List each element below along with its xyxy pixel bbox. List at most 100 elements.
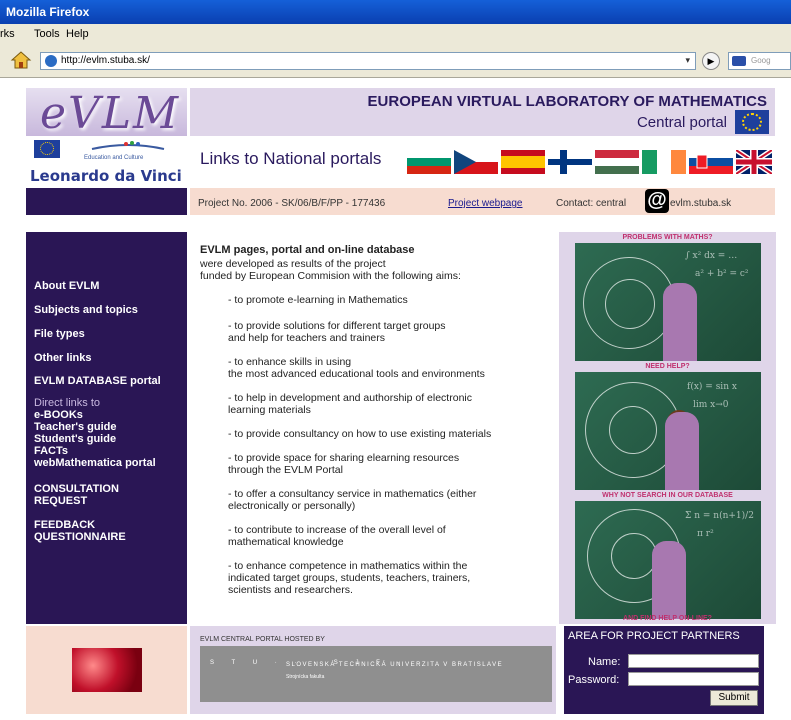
aim-line: mathematical knowledge (228, 536, 344, 548)
aim-line: and help for teachers and trainers (228, 332, 386, 344)
sidebar-item-consultation[interactable]: CONSULTATION (34, 483, 119, 495)
partners-login-panel: AREA FOR PROJECT PARTNERS Name: Password… (564, 626, 764, 714)
stu-university-name: SLOVENSKÁ TECHNICKÁ UNIVERZITA V BRATISL… (286, 662, 504, 668)
flag-ireland-icon[interactable] (642, 150, 686, 174)
education-culture-text: Education and Culture (84, 155, 144, 161)
contact-email[interactable]: evlm.stuba.sk (670, 198, 731, 209)
national-portals-row: Links to National portals (190, 137, 775, 187)
aim-line: - to contribute to increase of the overa… (228, 524, 446, 536)
aim-line: - to help in development and authorship … (228, 392, 472, 404)
aim-item: - to contribute to increase of the overa… (228, 524, 446, 548)
flag-finland-icon[interactable] (548, 150, 592, 174)
name-input[interactable] (628, 654, 759, 668)
aim-line: - to provide solutions for different tar… (228, 320, 446, 332)
sidebar-item-feedback-line2[interactable]: QUESTIONNAIRE (34, 531, 126, 543)
aim-line: - to provide consultancy on how to use e… (228, 428, 492, 440)
aim-line: - to enhance skills in using (228, 356, 352, 368)
window-title: Mozilla Firefox (0, 0, 791, 24)
flag-hungary-icon[interactable] (595, 150, 639, 174)
national-portals-title: Links to National portals (200, 149, 382, 168)
aim-line: scientists and researchers. (228, 584, 353, 596)
flag-spain-icon[interactable] (501, 150, 545, 174)
search-engine-icon[interactable] (732, 56, 746, 66)
sidebar-item-about[interactable]: About EVLM (34, 280, 99, 292)
intro-line-1: were developed as results of the project (200, 258, 386, 270)
sidebar-item-teacher-guide[interactable]: Teacher's guide (34, 421, 117, 433)
password-label: Password: (568, 674, 620, 686)
flag-uk-icon[interactable] (736, 150, 772, 174)
aim-line: learning materials (228, 404, 311, 416)
evlm-logo[interactable]: eVLM (26, 88, 187, 136)
photo-search-database[interactable]: Σ n = n(n+1)/2 π r² (575, 501, 761, 619)
home-icon[interactable] (10, 50, 32, 70)
direct-links-label: Direct links to (34, 397, 101, 409)
eu-flag-small-icon (34, 140, 60, 158)
aim-line: - to enhance competence in mathematics w… (228, 560, 468, 572)
navigation-toolbar: http://evlm.stuba.sk/ ▾ ▶ Goog (0, 44, 791, 78)
sidebar-item-otherlinks[interactable]: Other links (34, 352, 91, 364)
sidebar-item-webmathematica[interactable]: webMathematica portal (34, 457, 156, 469)
photo-need-help[interactable]: f(x) = sin x lim x→0 (575, 372, 761, 490)
contact-label: Contact: central (556, 198, 627, 209)
aim-line: - to provide space for sharing elearning… (228, 452, 460, 464)
leonardo-da-vinci-text: Leonardo da Vinci (30, 167, 182, 185)
intro-text: were developed as results of the project… (200, 258, 461, 282)
aim-item: - to enhance skills in using the most adv… (228, 356, 485, 380)
sidebar-item-filetypes[interactable]: File types (34, 328, 85, 340)
aim-item: - to promote e-learning in Mathematics (228, 294, 408, 306)
menu-item-tools[interactable]: Tools (34, 28, 60, 40)
project-number: Project No. 2006 - SK/06/B/F/PP - 177436 (198, 198, 386, 209)
password-input[interactable] (628, 672, 759, 686)
flag-slovakia-icon[interactable] (689, 150, 733, 174)
email-at-icon: @ (645, 189, 669, 213)
sidebar-item-ebooks[interactable]: e-BOOKs (34, 409, 83, 421)
sidebar-item-database[interactable]: EVLM DATABASE portal (34, 375, 161, 387)
footer-fractal-panel (26, 626, 187, 714)
evlm-logo-text: eVLM (40, 88, 181, 136)
header-banner: EUROPEAN VIRTUAL LABORATORY OF MATHEMATI… (190, 88, 775, 136)
name-label: Name: (588, 656, 621, 668)
main-content: EVLM pages, portal and on-line database … (190, 232, 556, 624)
aim-line: - to promote e-learning in Mathematics (228, 294, 408, 306)
flag-bulgaria-icon[interactable] (407, 150, 451, 174)
photo-caption-1: PROBLEMS WITH MATHS? (622, 234, 713, 241)
aim-item: - to offer a consultancy service in math… (228, 488, 476, 512)
partners-title: AREA FOR PROJECT PARTNERS (568, 630, 740, 642)
sidebar-item-consultation-line2[interactable]: REQUEST (34, 495, 87, 507)
education-culture-logo-icon (91, 141, 165, 150)
project-webpage-link[interactable]: Project webpage (448, 198, 523, 209)
aim-line: the most advanced educational tools and … (228, 368, 485, 380)
photo-problems-with-maths[interactable]: ∫ x² dx = … a² + b² = c² (575, 243, 761, 361)
eu-flag-icon (735, 110, 769, 134)
leonardo-logo[interactable]: Education and Culture Leonardo da Vinci (26, 137, 187, 187)
menu-item-help[interactable]: Help (66, 28, 89, 40)
photo-caption-3: WHY NOT SEARCH IN OUR DATABASE (602, 492, 733, 499)
stu-logo[interactable]: S T U · · · S J F · SLOVENSKÁ TECHNICKÁ … (200, 646, 552, 702)
menu-item-bookmarks[interactable]: rks (0, 28, 15, 40)
url-bar[interactable]: http://evlm.stuba.sk/ ▾ (40, 52, 696, 70)
sidebar-item-feedback[interactable]: FEEDBACK (34, 519, 95, 531)
flag-czech-icon[interactable] (454, 150, 498, 174)
page-subtitle: Central portal (636, 114, 727, 131)
sidebar-item-subjects[interactable]: Subjects and topics (34, 304, 138, 316)
sidebar-item-student-guide[interactable]: Student's guide (34, 433, 116, 445)
page-title: EUROPEAN VIRTUAL LABORATORY OF MATHEMATI… (367, 93, 767, 110)
search-box[interactable]: Goog (728, 52, 791, 70)
go-button[interactable]: ▶ (702, 52, 720, 70)
url-dropdown-icon[interactable]: ▾ (685, 55, 690, 66)
sidebar-item-facts[interactable]: FACTs (34, 445, 68, 457)
stu-faculty-name: Strojnícka fakulta (286, 674, 325, 680)
intro-heading: EVLM pages, portal and on-line database (200, 244, 415, 256)
aim-item: - to provide space for sharing elearning… (228, 452, 459, 476)
project-info-row: Project No. 2006 - SK/06/B/F/PP - 177436… (190, 188, 775, 215)
fractal-image (72, 648, 142, 692)
aim-line: indicated target groups, students, teach… (228, 572, 471, 584)
intro-line-2: funded by European Commision with the fo… (200, 270, 461, 282)
aim-item: - to provide solutions for different tar… (228, 320, 446, 344)
left-dark-strip (26, 188, 187, 215)
photo-column: PROBLEMS WITH MATHS? ∫ x² dx = … a² + b²… (559, 232, 776, 624)
search-placeholder: Goog (751, 56, 771, 65)
submit-button[interactable]: Submit (710, 690, 758, 706)
photo-caption-2: NEED HELP? (645, 363, 690, 370)
aim-line: - to offer a consultancy service in math… (228, 488, 477, 500)
